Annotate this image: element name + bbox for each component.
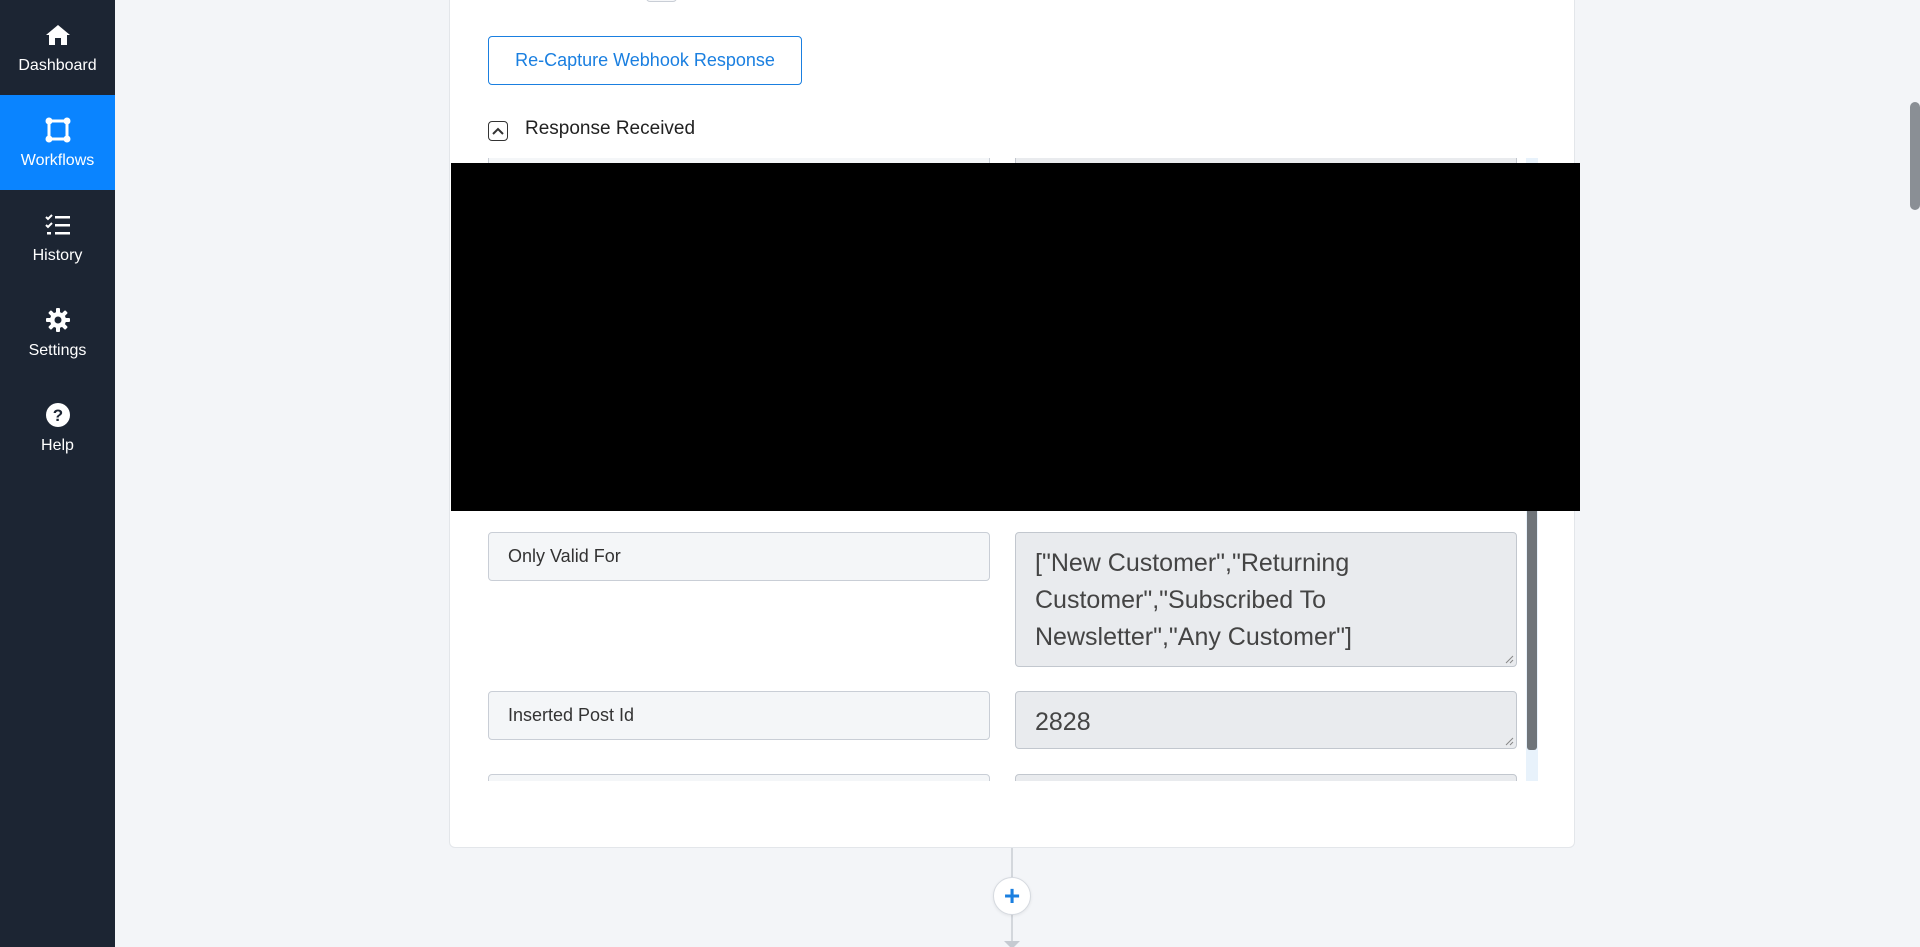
plus-icon: + bbox=[1003, 880, 1021, 911]
recapture-webhook-response-button[interactable]: Re-Capture Webhook Response bbox=[488, 36, 802, 85]
sidebar-item-help[interactable]: ? Help bbox=[0, 380, 115, 475]
sidebar-item-settings[interactable]: Settings bbox=[0, 285, 115, 380]
svg-text:?: ? bbox=[52, 406, 62, 425]
home-icon bbox=[44, 21, 72, 49]
collapse-handle[interactable] bbox=[646, 0, 677, 2]
response-field-value[interactable]: 2828 bbox=[1015, 691, 1517, 749]
page-scrollbar-thumb[interactable] bbox=[1910, 102, 1920, 210]
sidebar-item-label: Dashboard bbox=[18, 56, 97, 74]
sidebar-item-label: Help bbox=[41, 436, 74, 454]
response-field-key: Only Valid For bbox=[488, 532, 990, 581]
resize-grip-icon[interactable] bbox=[1504, 736, 1514, 746]
add-step-button[interactable]: + bbox=[993, 877, 1031, 915]
help-icon: ? bbox=[44, 401, 72, 429]
response-collapse-toggle[interactable] bbox=[488, 121, 508, 141]
sidebar-item-dashboard[interactable]: Dashboard bbox=[0, 0, 115, 95]
gear-icon bbox=[44, 306, 72, 334]
response-field-key bbox=[488, 774, 990, 781]
sidebar: Dashboard Workflows History Settings ? H… bbox=[0, 0, 115, 947]
response-field-value-text: ["New Customer","Returning Customer","Su… bbox=[1035, 549, 1352, 651]
sidebar-item-label: History bbox=[32, 246, 83, 264]
redacted-region bbox=[451, 163, 1580, 511]
response-field-key: Inserted Post Id bbox=[488, 691, 990, 740]
response-received-title: Response Received bbox=[525, 118, 696, 139]
response-field-value[interactable]: ["New Customer","Returning Customer","Su… bbox=[1015, 532, 1517, 667]
flow-arrow-down-icon bbox=[1004, 941, 1020, 947]
sidebar-item-history[interactable]: History bbox=[0, 190, 115, 285]
workflow-icon bbox=[44, 116, 72, 144]
sidebar-item-workflows[interactable]: Workflows bbox=[0, 95, 115, 190]
history-checklist-icon bbox=[44, 211, 72, 239]
response-field-value-text: 2828 bbox=[1035, 708, 1091, 736]
chevron-up-icon bbox=[492, 127, 504, 135]
sidebar-item-label: Workflows bbox=[20, 151, 95, 169]
response-field-value[interactable] bbox=[1015, 774, 1517, 781]
sidebar-item-label: Settings bbox=[28, 341, 87, 359]
resize-grip-icon[interactable] bbox=[1504, 654, 1514, 664]
response-scrollbar-thumb[interactable] bbox=[1527, 500, 1537, 750]
